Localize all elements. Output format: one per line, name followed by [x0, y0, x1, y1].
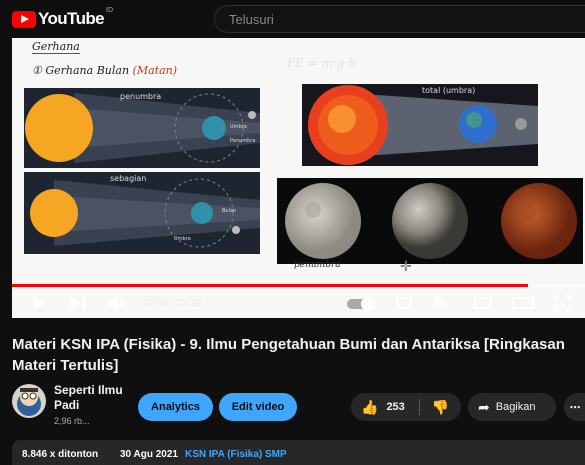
channel-avatar[interactable] [12, 384, 46, 418]
thumbs-down-icon[interactable]: 👎 [432, 399, 449, 416]
panel1-penumbra-text: Penumbra [230, 138, 256, 144]
video-title: Materi KSN IPA (Fisika) - 9. Ilmu Penget… [12, 336, 565, 374]
panel2-umbra-text: Umbra [174, 236, 191, 242]
share-label: Bagikan [495, 401, 536, 413]
fullscreen-icon[interactable] [554, 295, 572, 311]
eclipse-diagram-penumbra: penumbra Umbra Penumbra [24, 88, 260, 168]
like-dislike-group: 👍 253 👎 [351, 393, 461, 421]
volume-icon[interactable] [108, 295, 128, 311]
share-button[interactable]: ➦ Bagikan [468, 393, 556, 421]
edit-video-button[interactable]: Edit video [219, 393, 297, 421]
faint-equation: PE = m·g·h [287, 56, 356, 70]
logo-country-code: ID [106, 7, 113, 14]
progress-bar[interactable] [12, 284, 585, 287]
thumbs-up-icon[interactable]: 👍 [361, 399, 378, 416]
youtube-play-icon [12, 10, 36, 28]
crosshair-icon: ✛ [400, 258, 412, 274]
logo-text: YouTube [38, 9, 105, 28]
time-display: 29:05 / 32:22 [143, 298, 202, 309]
panel1-umbra-text: Umbra [230, 124, 247, 130]
subscriber-count: 2,96 rb... [54, 416, 90, 426]
total-diagram-graphic [308, 85, 538, 165]
top-bar: YouTube ID Telusuri [0, 0, 585, 38]
video-heading: Gerhana [32, 40, 80, 54]
eclipse-diagram-total: total (umbra) [302, 84, 538, 166]
avatar-face-icon [17, 388, 41, 416]
autoplay-toggle-knob [361, 297, 375, 311]
description-box[interactable]: 8.846 x ditonton 30 Agu 2021 KSN IPA (Fi… [12, 440, 585, 465]
panel2-bulan-text: Bulan [222, 208, 237, 214]
next-icon[interactable] [70, 296, 86, 310]
autoplay-toggle[interactable] [347, 297, 375, 311]
penumbra-handwriting: penumbra [294, 260, 341, 270]
subtitles-icon[interactable] [396, 297, 412, 309]
share-arrow-icon: ➦ [478, 398, 490, 415]
panel2-label: sebagian [110, 174, 147, 183]
search-input[interactable]: Telusuri [214, 5, 585, 33]
analytics-button[interactable]: Analytics [138, 393, 213, 421]
miniplayer-icon[interactable] [474, 297, 492, 309]
lunar-eclipse-photos [277, 178, 583, 264]
more-horizontal-icon: ⋯ [569, 401, 581, 414]
hashtag-link[interactable]: KSN IPA (Fisika) SMP [185, 449, 287, 460]
theater-mode-icon[interactable] [512, 297, 534, 309]
video-subheading: ① Gerhana Bulan (Matan) [32, 64, 177, 77]
more-actions-button[interactable]: ⋯ [564, 393, 585, 421]
eclipse-diagram-partial: sebagian Bulan Umbra [24, 172, 260, 254]
settings-gear-icon[interactable]: ⚙ [432, 293, 446, 313]
panel1-label: penumbra [120, 92, 162, 101]
channel-name[interactable]: Seperti Ilmu Padi [54, 383, 124, 413]
youtube-logo[interactable]: YouTube ID [12, 7, 113, 29]
video-player[interactable]: Gerhana ① Gerhana Bulan (Matan) PE = m·g… [12, 38, 585, 318]
like-divider [419, 399, 420, 415]
view-count: 8.846 x ditonton [22, 449, 99, 460]
progress-fill [12, 284, 528, 287]
like-count[interactable]: 253 [386, 401, 404, 413]
play-icon[interactable] [32, 296, 46, 310]
upload-date: 30 Agu 2021 [120, 449, 178, 460]
panel3-label: total (umbra) [422, 86, 476, 95]
moon-phases-graphic [285, 183, 577, 259]
player-controls: 29:05 / 32:22 ⚙ [12, 288, 585, 318]
